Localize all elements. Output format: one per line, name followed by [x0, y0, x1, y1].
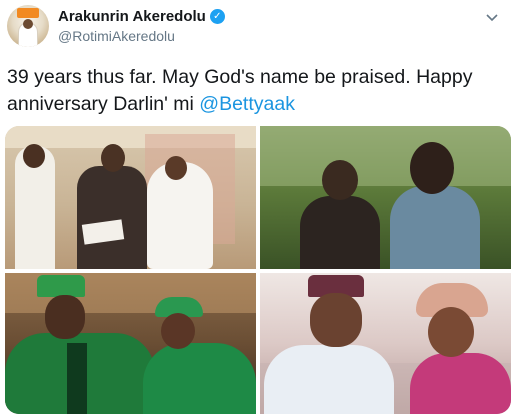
chevron-down-icon[interactable]	[485, 10, 499, 24]
tweet-media-grid	[5, 126, 511, 414]
mention-link[interactable]: @Bettyaak	[199, 93, 295, 115]
verified-badge-icon: ✓	[209, 9, 225, 24]
author-handle[interactable]: @RotimiAkeredolu	[58, 28, 175, 44]
author-name-row[interactable]: Arakunrin Akeredolu ✓	[58, 8, 225, 25]
couple-portrait-photo[interactable]	[260, 273, 511, 414]
tweet-header: Arakunrin Akeredolu ✓ @RotimiAkeredolu	[0, 0, 513, 56]
couple-outdoors-photo[interactable]	[260, 126, 511, 269]
wedding-photo[interactable]	[5, 126, 256, 269]
tweet-text: 39 years thus far. May God's name be pra…	[7, 64, 507, 118]
couple-green-attire-photo[interactable]	[5, 273, 256, 414]
avatar[interactable]	[7, 5, 49, 47]
author-display-name[interactable]: Arakunrin Akeredolu	[58, 8, 206, 25]
avatar-head	[23, 19, 33, 29]
avatar-logo	[17, 8, 39, 18]
